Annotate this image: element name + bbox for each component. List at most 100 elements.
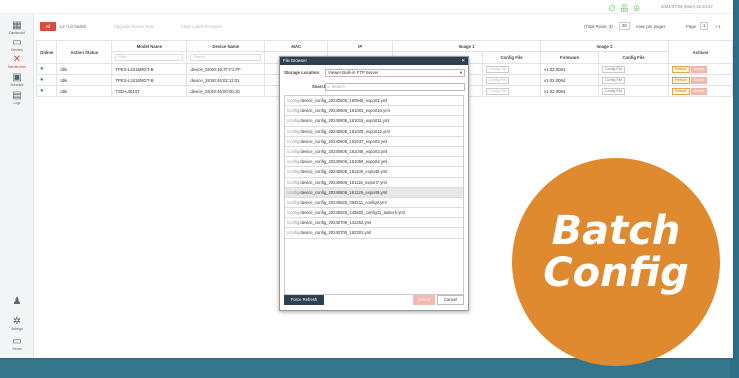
status-cell: Idle: [56, 74, 113, 86]
badge-line-2: Config: [543, 250, 689, 296]
device-search-input[interactable]: Search: [190, 54, 262, 61]
actions-cell: Reboot Delete: [667, 85, 733, 97]
sidebar-item-dashboard[interactable]: ▦ Dashboard: [0, 20, 34, 35]
col-actions: Actions: [667, 40, 733, 64]
file-list-item[interactable]: /config/device_config_20240709_162301.ym…: [285, 228, 463, 239]
col-config-file-2: Config File: [598, 51, 669, 64]
reboot-button[interactable]: Reboot: [671, 76, 690, 84]
file-browser-dialog: File Browser ✕ Storage Location Viewer B…: [279, 56, 469, 311]
device-cell: device_28:60:46:02:11:01: [186, 74, 266, 86]
file-name: device_config_20240606_161109_export5.ym…: [300, 169, 388, 175]
config-file-select[interactable]: Config File: [486, 65, 510, 73]
model-filter-input[interactable]: Filter: [115, 54, 184, 61]
calendar-icon: ▣: [12, 72, 22, 83]
file-list-item[interactable]: /config/device_config_20240606_161037_ex…: [285, 137, 463, 147]
file-search-input[interactable]: ⌕ Search: [325, 83, 465, 91]
storage-location-value: Viewer Built-in FTP Server: [328, 70, 379, 75]
file-list-item[interactable]: /config/device_config_20240606_160946_ex…: [285, 96, 463, 107]
header-datetime: 2024/07/09 (Mon) 16:34:37: [661, 4, 713, 9]
file-name: device_config_20240606_161025_export12.y…: [300, 128, 390, 134]
sidebar-item-viewer[interactable]: ▭ Viewer: [0, 336, 34, 351]
sidebar-item-user[interactable]: ♟: [0, 296, 34, 307]
file-path-prefix: /config/: [287, 118, 301, 124]
sidebar-item-settings[interactable]: ✲ Settings: [0, 316, 34, 331]
file-list-item[interactable]: /config/device_config_20240626_094211_co…: [285, 198, 463, 209]
per-page-select[interactable]: 20: [619, 22, 630, 30]
file-list-item[interactable]: /config/device_config_20240606_161118_ex…: [285, 178, 463, 188]
reboot-button[interactable]: Reboot: [671, 65, 690, 73]
total-rows: (Total Rows: 3): [584, 24, 613, 29]
close-icon[interactable]: ✕: [461, 57, 465, 65]
config-file-select[interactable]: Config File: [486, 76, 510, 84]
file-path-prefix: /config/: [287, 220, 301, 226]
col-model-name[interactable]: Model Name: [111, 40, 188, 52]
page-select[interactable]: 1: [700, 22, 709, 30]
sidebar-item-schedule[interactable]: ▣ Schedule: [0, 72, 34, 87]
sidebar-item-logs[interactable]: ▤ Logs: [0, 90, 34, 105]
page-label: Page: [686, 24, 697, 29]
file-name: device_config_20240606_161129_export9.ym…: [300, 189, 388, 195]
file-list-item[interactable]: /config/device_config_20240626_145602_co…: [285, 208, 463, 219]
online-cell: ●: [35, 63, 58, 75]
online-cell: ●: [35, 74, 58, 86]
all-filter-button[interactable]: All: [40, 22, 56, 31]
app-header: ⊘ 品 ⊕ 2024/07/09 (Mon) 16:34:37: [0, 0, 733, 14]
file-name: device_config_20240606_161059_export4.ym…: [300, 159, 388, 165]
config-file-select-2[interactable]: Config File: [602, 76, 626, 84]
col-ip[interactable]: IP: [327, 40, 394, 52]
reboot-button[interactable]: Reboot: [671, 87, 690, 95]
delete-button[interactable]: Delete: [690, 87, 708, 95]
file-path-prefix: /config/: [287, 159, 301, 165]
file-list-item[interactable]: /config/device_config_20240606_161015_ex…: [285, 116, 463, 127]
online-check-icon: ●: [40, 77, 44, 83]
col-config-file: Config File: [482, 51, 542, 64]
clear-firmware-button[interactable]: Clear Latest Firmware: [181, 23, 222, 30]
config-cell: Config File: [482, 63, 542, 75]
col-mac[interactable]: MAC: [264, 40, 329, 52]
file-list-item[interactable]: /config/device_config_20240606_161003_ex…: [285, 106, 463, 117]
file-list-item[interactable]: /config/device_config_20240606_161025_ex…: [285, 127, 463, 137]
storage-location-select[interactable]: Viewer Built-in FTP Server ▾: [325, 69, 465, 77]
config-file-select-2[interactable]: Config File: [602, 87, 626, 95]
sidebar-item-label: Dashboard: [9, 31, 25, 35]
viewer-icon: ▭: [12, 336, 22, 347]
monitor-icon: ▭: [12, 37, 22, 48]
dialog-titlebar: File Browser ✕: [280, 57, 468, 65]
status-icons[interactable]: ⊘ 品 ⊕: [608, 3, 641, 14]
tools-icon: ✕: [12, 54, 22, 65]
file-path-prefix: /config/: [287, 148, 301, 154]
toolbar: All L2 / L3 Switch Upgrade Device Now Cl…: [36, 22, 731, 32]
file-list-item[interactable]: /config/device_config_20240606_161109_ex…: [285, 167, 463, 178]
chevron-down-icon: ▾: [459, 70, 462, 75]
col-device-name[interactable]: Device Name: [186, 40, 266, 52]
upgrade-device-button[interactable]: Upgrade Device Now: [114, 23, 154, 30]
file-list-item[interactable]: /config/device_config_20240606_161129_ex…: [285, 187, 463, 198]
firmware-cell: v1.02.0064: [540, 63, 600, 75]
delete-button[interactable]: Delete: [690, 65, 708, 73]
config-file-select-2[interactable]: Config File: [602, 65, 626, 73]
file-name: device_config_20240606_161048_export3.ym…: [300, 148, 388, 154]
sidebar-item-maintenance[interactable]: ✕ Maintenance: [0, 54, 34, 69]
page-total: / 1: [716, 24, 721, 29]
file-name: device_config_20240709_142253.yml: [300, 220, 372, 226]
file-list-item[interactable]: /config/device_config_20240709_142253.ym…: [285, 218, 463, 229]
device-cell: device_28:60:46:00:00:10: [186, 85, 266, 97]
actions-cell: Reboot Delete: [667, 63, 733, 75]
switch-filter-button[interactable]: L2 / L3 Switch: [60, 23, 86, 30]
file-list: /config/device_config_20240606_160946_ex…: [284, 95, 464, 295]
sidebar-item-devices[interactable]: ▭ Devices: [0, 37, 34, 52]
select-button[interactable]: Select: [413, 295, 435, 305]
config-file-select[interactable]: Config File: [486, 87, 510, 95]
delete-button[interactable]: Delete: [690, 76, 708, 84]
sidebar-item-label: Maintenance: [7, 65, 27, 69]
cancel-button[interactable]: Cancel: [437, 295, 464, 305]
file-path-prefix: /config/: [287, 179, 301, 185]
force-refresh-button[interactable]: Force Refresh: [284, 295, 324, 305]
file-list-item[interactable]: /config/device_config_20240606_161059_ex…: [285, 157, 463, 168]
file-name: device_config_20240626_145602_config11_l…: [300, 210, 405, 216]
online-cell: ●: [35, 85, 58, 97]
sidebar: ▦ Dashboard ▭ Devices ✕ Maintenance ▣ Sc…: [0, 14, 34, 358]
search-placeholder: Search: [331, 84, 345, 89]
file-list-item[interactable]: /config/device_config_20240606_161048_ex…: [285, 147, 463, 158]
sidebar-item-label: Viewer: [12, 347, 22, 351]
